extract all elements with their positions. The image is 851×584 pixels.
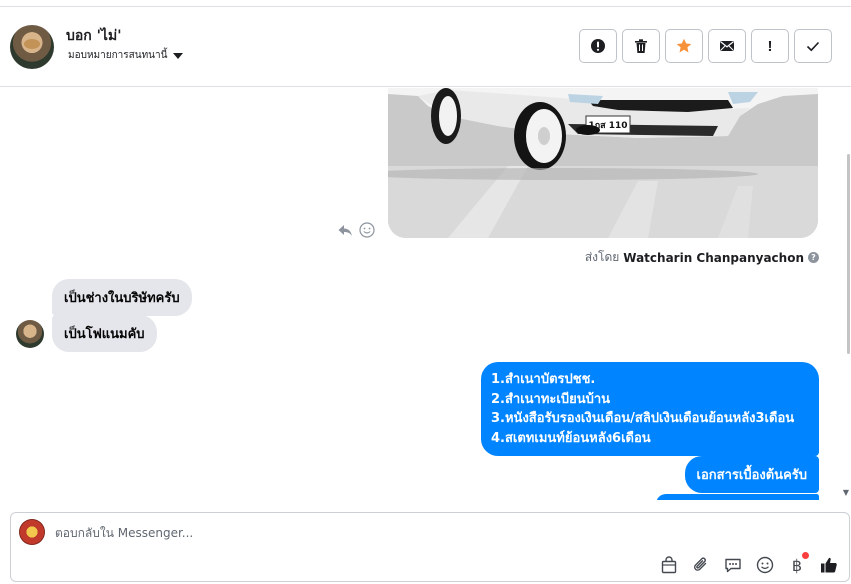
list-item: 1.สำเนาบัตรปชช.: [491, 372, 596, 387]
sender-name[interactable]: Watcharin Chanpanyachon: [623, 251, 804, 265]
scroll-down-arrow-icon[interactable]: ▼: [843, 488, 849, 497]
outgoing-message[interactable]: เอกสารเบื้องต้นครับ: [684, 456, 819, 493]
car-photo-image: 1กส 110: [388, 88, 818, 238]
assign-label: มอบหมายการสนทนานี้: [68, 50, 168, 61]
caret-down-icon: [173, 52, 184, 59]
alert-circle-icon: [591, 39, 605, 53]
paperclip-icon: [694, 557, 707, 571]
reply-composer: ฿: [10, 512, 850, 582]
check-icon: [806, 41, 820, 52]
reply-input[interactable]: [55, 521, 655, 545]
saved-replies-button[interactable]: [723, 555, 743, 575]
incoming-message[interactable]: เป็นช่างในบริษัทครับ: [52, 279, 192, 316]
contact-avatar-small[interactable]: [16, 320, 44, 348]
contact-name[interactable]: บอก 'ไม่': [66, 25, 122, 47]
saved-replies-icon: [725, 558, 741, 573]
attach-button[interactable]: [691, 555, 711, 575]
outgoing-message-list[interactable]: 1.สำเนาบัตรปชช. 2.สำเนาทะเบียนบ้าน 3.หนั…: [481, 362, 819, 456]
sent-by-label: ส่งโดย Watcharin Chanpanyachon ?: [585, 248, 819, 267]
exclamation-icon: !: [767, 37, 773, 55]
envelope-icon: [720, 41, 734, 51]
baht-icon: ฿: [791, 555, 803, 575]
list-item: 4.สเตทเมนท์ย้อนหลัง6เดือน: [491, 430, 651, 446]
reply-arrow-icon[interactable]: [337, 222, 353, 238]
follow-up-button[interactable]: !: [751, 29, 789, 63]
composer-tools: ฿: [659, 552, 839, 575]
incoming-message[interactable]: เป็นโฟแนมคับ: [52, 315, 157, 352]
message-thread[interactable]: 1กส 110 ส่งโดย Watcharin Chanpanyachon ?…: [0, 88, 851, 500]
scrollbar-thumb[interactable]: [847, 154, 850, 354]
contact-avatar[interactable]: [10, 25, 54, 69]
react-emoji-icon[interactable]: [359, 222, 375, 238]
trash-icon: [635, 39, 647, 53]
star-button[interactable]: [665, 29, 703, 63]
star-icon: [676, 38, 692, 53]
shop-button[interactable]: [659, 555, 679, 575]
delete-button[interactable]: [622, 29, 660, 63]
notification-dot: [802, 552, 809, 559]
conversation-header: บอก 'ไม่' มอบหมายการสนทนานี้ !: [0, 7, 851, 87]
thumbs-up-icon: [821, 557, 837, 573]
emoji-icon: [756, 556, 774, 574]
bag-icon: [661, 556, 677, 574]
list-item: 2.สำเนาทะเบียนบ้าน: [491, 391, 611, 407]
payment-button[interactable]: ฿: [787, 552, 809, 575]
sent-by-prefix: ส่งโดย: [584, 250, 620, 264]
like-button[interactable]: [819, 555, 839, 575]
scrollbar[interactable]: ▼: [843, 88, 851, 500]
list-item: 3.หนังสือรับรองเงินเดือน/สลิปเงินเดือนย้…: [491, 411, 795, 426]
mark-unread-button[interactable]: [708, 29, 746, 63]
help-icon[interactable]: ?: [808, 252, 819, 263]
header-actions: !: [579, 29, 832, 63]
mark-done-button[interactable]: [794, 29, 832, 63]
page-avatar: [19, 519, 45, 545]
photo-actions: [337, 222, 375, 238]
outgoing-message-partial[interactable]: [656, 494, 819, 500]
assign-conversation-dropdown[interactable]: มอบหมายการสนทนานี้: [68, 48, 184, 63]
car-photo-attachment[interactable]: 1กส 110: [388, 88, 818, 238]
emoji-button[interactable]: [755, 555, 775, 575]
mark-spam-button[interactable]: [579, 29, 617, 63]
